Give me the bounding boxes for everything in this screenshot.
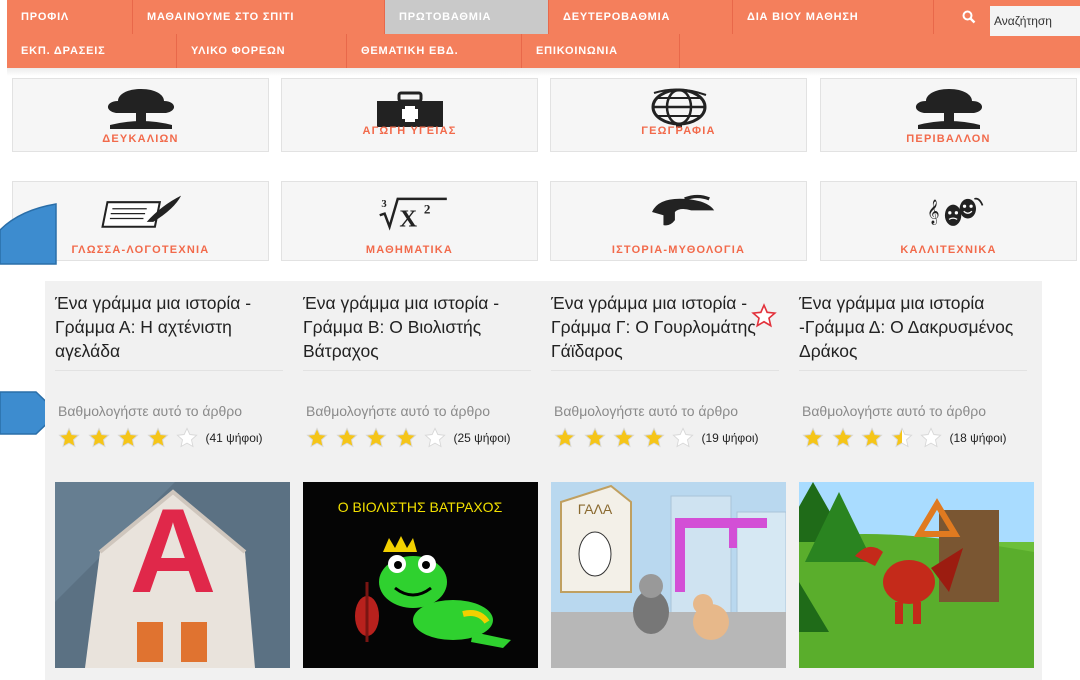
thumbnail-letter: Α [130,484,217,618]
nav-row-secondary: ΕΚΠ. ΔΡΑΣΕΙΣ ΥΛΙΚΟ ΦΟΡΕΩΝ ΘΕΜΑΤΙΚΗ ΕΒΔ. … [7,34,680,68]
vote-count: (19 ψήφοι) [701,431,759,445]
star-filled-icon[interactable] [554,427,576,449]
star-filled-icon[interactable] [861,427,883,449]
nav-item-educational-actions[interactable]: ΕΚΠ. ΔΡΑΣΕΙΣ [7,34,177,68]
star-filled-icon[interactable] [117,427,139,449]
star-empty-icon[interactable] [920,427,942,449]
category-label: ΜΑΘΗΜΑΤΙΚΑ [365,244,454,256]
star-filled-icon[interactable] [613,427,635,449]
nav-item-primary-education[interactable]: ΠΡΩΤΟΒΑΘΜΙΑ [385,0,549,34]
category-label: ΠΕΡΙΒΑΛΛΟΝ [906,133,991,145]
star-filled-icon[interactable] [306,427,328,449]
cube-root-icon: 3 X2 [365,190,455,234]
theatre-masks-icon: 𝄞 [904,190,994,234]
nav-item-provider-material[interactable]: ΥΛΙΚΟ ΦΟΡΕΩΝ [177,34,347,68]
helmet-icon [634,190,724,234]
nav-item-profile[interactable]: ΠΡΟΦΙΛ [7,0,133,34]
vote-count: (25 ψήφοι) [453,431,511,445]
svg-text:3: 3 [381,199,386,210]
article-thumbnail[interactable]: ΓΑΛΑ [551,482,786,668]
star-filled-icon[interactable] [365,427,387,449]
search-input[interactable]: Αναζήτηση [990,6,1080,36]
category-tile-deukalion[interactable]: ΔΕΥΚΑΛΙΩΝ [12,78,269,152]
article-title[interactable]: Ένα γράμμα μια ιστορία - Γράμμα Α: Η αχτ… [55,291,285,363]
article-thumbnail[interactable]: Α [55,482,290,668]
svg-text:X: X [399,206,417,233]
article-thumbnail[interactable] [799,482,1034,668]
rating-label: Βαθμολογήστε αυτό το άρθρο [306,403,491,419]
divider [551,370,779,371]
category-label: ΚΑΛΛΙΤΕΧΝΙΚΑ [900,244,997,256]
search-button[interactable] [941,0,997,34]
divider [55,370,283,371]
star-filled-icon[interactable] [890,427,913,449]
rating-label: Βαθμολογήστε αυτό το άρθρο [554,403,739,419]
article-title[interactable]: Ένα γράμμα μια ιστορία - Γράμμα Γ: Ο Γου… [551,291,781,363]
star-rating[interactable]: (41 ψήφοι) [58,427,263,449]
article-list: Ένα γράμμα μια ιστορία - Γράμμα Α: Η αχτ… [45,281,1042,680]
nav-item-learn-at-home[interactable]: ΜΑΘΑΙΝΟΥΜΕ ΣΤΟ ΣΠΙΤΙ [133,0,385,34]
favorite-star-icon[interactable] [751,303,777,329]
star-rating[interactable]: (18 ψήφοι) [802,427,1007,449]
category-tile-mathematics[interactable]: 3 X2 ΜΑΘΗΜΑΤΙΚΑ [281,181,538,261]
category-tile-health[interactable]: ΑΓΩΓΗ ΥΓΕΙΑΣ [281,78,538,152]
star-empty-icon[interactable] [176,427,198,449]
rating-label: Βαθμολογήστε αυτό το άρθρο [58,403,243,419]
thumbnail-caption: Ο ΒΙΟΛΙΣΤΗΣ ΒΑΤΡΑΧΟΣ [338,499,503,515]
category-tile-history[interactable]: ΙΣΤΟΡΙΑ-ΜΥΘΟΛΟΓΙΑ [550,181,807,261]
nav-item-lifelong-learning[interactable]: ΔΙΑ ΒΙΟΥ ΜΑΘΗΣΗ [733,0,934,34]
star-filled-icon[interactable] [335,427,358,449]
vote-count: (18 ψήφοι) [949,431,1007,445]
article-title[interactable]: Ένα γράμμα μια ιστορία - Γράμμα Β: Ο Βιο… [303,291,533,363]
thumbnail-box-label: ΓΑΛΑ [578,501,613,517]
nav-item-secondary-education[interactable]: ΔΕΥΤΕΡΟΒΑΘΜΙΑ [549,0,733,34]
star-filled-icon[interactable] [87,427,110,449]
search-icon [962,10,976,24]
star-filled-icon[interactable] [642,427,665,449]
divider [303,370,531,371]
category-grid: ΔΕΥΚΑΛΙΩΝ ΑΓΩΓΗ ΥΓΕΙΑΣ ΓΕΩΓΡΑΦΙΑ ΠΕΡΙΒΑΛ… [10,78,1080,262]
category-label: ΑΓΩΓΗ ΥΓΕΙΑΣ [362,125,457,137]
article-thumbnail[interactable]: Ο ΒΙΟΛΙΣΤΗΣ ΒΑΤΡΑΧΟΣ [303,482,538,668]
nav-item-contact[interactable]: ΕΠΙΚΟΙΝΩΝΙΑ [522,34,680,68]
category-tile-arts[interactable]: 𝄞 ΚΑΛΛΙΤΕΧΝΙΚΑ [820,181,1077,261]
scroll-quill-icon [96,190,186,234]
nav-item-theme-week[interactable]: ΘΕΜΑΤΙΚΗ ΕΒΔ. [347,34,522,68]
star-rating[interactable]: (19 ψήφοι) [554,427,759,449]
category-tile-geography[interactable]: ΓΕΩΓΡΑΦΙΑ [550,78,807,152]
category-tile-environment[interactable]: ΠΕΡΙΒΑΛΛΟΝ [820,78,1077,152]
nav-row-primary: ΠΡΟΦΙΛ ΜΑΘΑΙΝΟΥΜΕ ΣΤΟ ΣΠΙΤΙ ΠΡΩΤΟΒΑΘΜΙΑ … [7,0,934,34]
article-title[interactable]: Ένα γράμμα μια ιστορία -Γράμμα Δ: Ο Δακρ… [799,291,1029,363]
star-filled-icon[interactable] [831,427,854,449]
category-label: ΓΕΩΓΡΑΦΙΑ [641,125,716,137]
star-filled-icon[interactable] [583,427,606,449]
main-navigation: ΠΡΟΦΙΛ ΜΑΘΑΙΝΟΥΜΕ ΣΤΟ ΣΠΙΤΙ ΠΡΩΤΟΒΑΘΜΙΑ … [7,0,1080,68]
callout-arrow-top [0,203,57,265]
category-label: ΔΕΥΚΑΛΙΩΝ [102,133,179,145]
svg-text:2: 2 [423,202,430,217]
star-rating[interactable]: (25 ψήφοι) [306,427,511,449]
tree-icon [96,87,186,131]
divider [799,370,1027,371]
svg-text:𝄞: 𝄞 [926,200,939,225]
star-filled-icon[interactable] [802,427,824,449]
star-filled-icon[interactable] [58,427,80,449]
star-empty-icon[interactable] [424,427,446,449]
star-empty-icon[interactable] [672,427,694,449]
category-label: ΙΣΤΟΡΙΑ-ΜΥΘΟΛΟΓΙΑ [611,244,746,256]
rating-label: Βαθμολογήστε αυτό το άρθρο [802,403,987,419]
nav-shadow [7,68,1080,76]
vote-count: (41 ψήφοι) [205,431,263,445]
tree-icon [904,87,994,131]
star-filled-icon[interactable] [394,427,417,449]
star-filled-icon[interactable] [146,427,169,449]
